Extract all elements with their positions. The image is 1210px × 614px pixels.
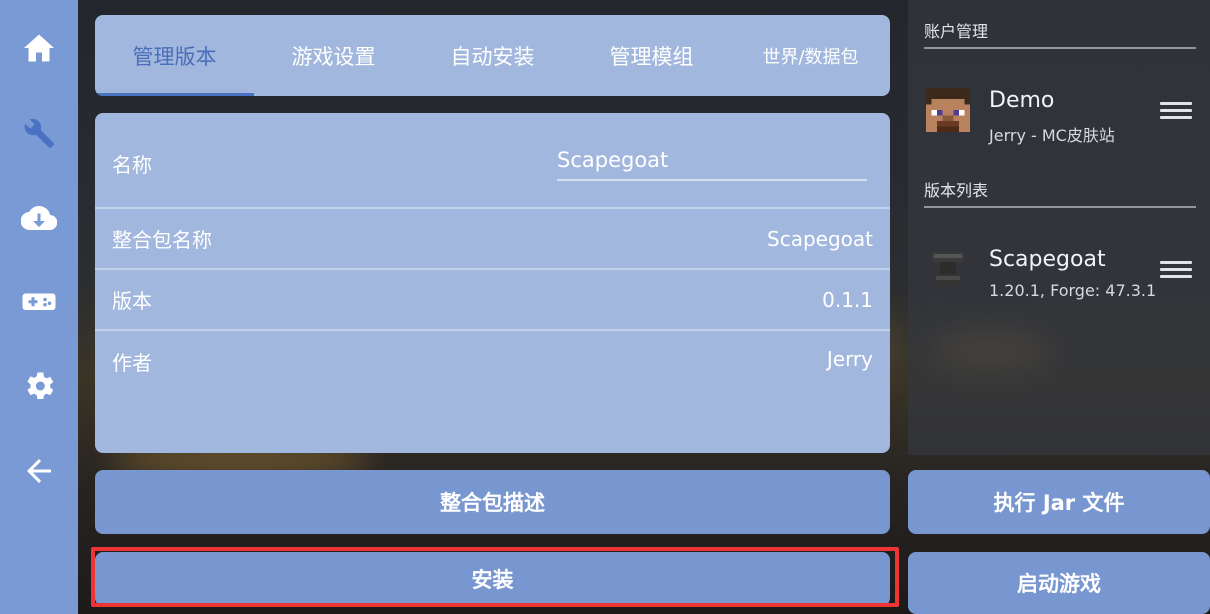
versions-section-label: 版本列表 <box>924 181 989 200</box>
version-label: 版本 <box>112 289 152 313</box>
version-value: 0.1.1 <box>822 287 873 312</box>
cloud-download-icon <box>21 206 57 231</box>
account-section-label: 账户管理 <box>924 22 989 41</box>
tab-manage-version[interactable]: 管理版本 <box>95 15 254 96</box>
nav-download-button[interactable] <box>0 188 78 248</box>
nav-rail <box>0 0 78 614</box>
back-arrow-icon <box>27 459 51 483</box>
modpack-info-card: 名称 整合包名称 Scapegoat 版本 0.1.1 作者 Jerry <box>95 113 890 453</box>
version-row: 版本 0.1.1 <box>95 268 890 329</box>
divider <box>924 206 1196 208</box>
account-entry[interactable]: Demo Jerry - MC皮肤站 <box>908 88 1210 148</box>
divider <box>924 47 1196 49</box>
install-button[interactable]: 安装 <box>95 552 890 606</box>
nav-tools-button[interactable] <box>0 103 78 163</box>
tab-bar: 管理版本 游戏设置 自动安装 管理模组 世界/数据包 <box>95 15 890 96</box>
avatar <box>926 88 970 132</box>
tab-manage-mods[interactable]: 管理模组 <box>572 15 731 96</box>
tab-game-settings[interactable]: 游戏设置 <box>254 15 413 96</box>
modpack-name-value: Scapegoat <box>767 226 873 251</box>
account-name: Demo <box>989 88 1055 113</box>
nav-game-button[interactable] <box>0 271 78 331</box>
version-detail: 1.20.1, Forge: 47.3.1 <box>989 281 1157 300</box>
home-icon <box>24 34 54 62</box>
tab-auto-install[interactable]: 自动安装 <box>413 15 572 96</box>
author-row: 作者 Jerry <box>95 329 890 390</box>
author-label: 作者 <box>112 351 152 375</box>
run-jar-button[interactable]: 执行 Jar 文件 <box>908 470 1210 534</box>
modpack-name-row: 整合包名称 Scapegoat <box>95 207 890 268</box>
gear-icon <box>27 372 54 400</box>
modpack-name-label: 整合包名称 <box>112 228 212 252</box>
name-input[interactable] <box>557 137 867 181</box>
version-menu-icon[interactable] <box>1160 261 1192 287</box>
nav-home-button[interactable] <box>0 18 78 78</box>
version-name: Scapegoat <box>989 247 1106 272</box>
name-label: 名称 <box>112 153 152 177</box>
side-panel: 账户管理 Demo Jerry - MC皮肤站 版本列表 Scapegoat 1… <box>908 0 1210 455</box>
gamepad-icon <box>22 293 56 310</box>
anvil-icon <box>928 247 968 293</box>
wrench-icon <box>24 118 54 148</box>
version-entry[interactable]: Scapegoat 1.20.1, Forge: 47.3.1 <box>908 247 1210 307</box>
tab-worlds-datapacks[interactable]: 世界/数据包 <box>731 15 890 96</box>
author-value: Jerry <box>826 347 873 371</box>
nav-back-button[interactable] <box>0 441 78 501</box>
account-source: Jerry - MC皮肤站 <box>989 126 1115 145</box>
launch-game-button[interactable]: 启动游戏 <box>908 552 1210 614</box>
account-menu-icon[interactable] <box>1160 102 1192 128</box>
nav-settings-button[interactable] <box>0 356 78 416</box>
modpack-description-button[interactable]: 整合包描述 <box>95 470 890 534</box>
